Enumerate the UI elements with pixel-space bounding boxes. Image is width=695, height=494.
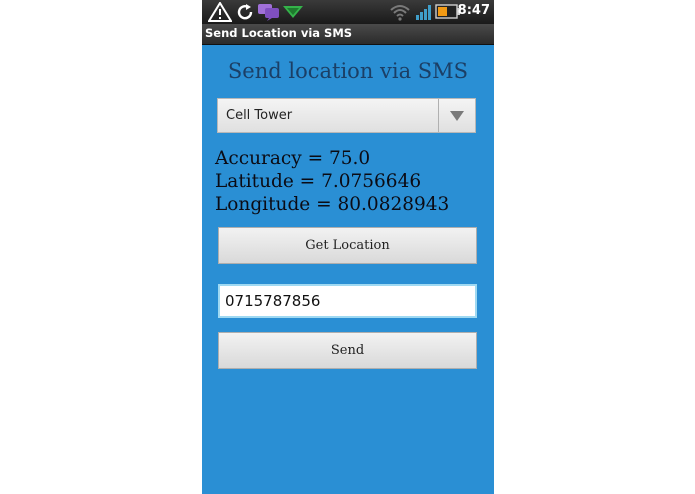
app-title: Send Location via SMS xyxy=(205,26,353,40)
notification-icon xyxy=(283,6,303,18)
accuracy-text: Accuracy = 75.0 xyxy=(215,148,371,169)
title-bar: Send Location via SMS xyxy=(202,24,494,45)
chat-icon xyxy=(258,4,279,21)
latitude-text: Latitude = 7.0756646 xyxy=(215,171,422,192)
signal-icon xyxy=(416,5,431,20)
warning-icon xyxy=(208,2,232,22)
phone-screen: 8:47 Send Location via SMS Send location… xyxy=(202,0,494,494)
page-heading: Send location via SMS xyxy=(227,59,469,83)
chevron-down-icon[interactable] xyxy=(450,111,464,121)
sync-icon xyxy=(237,4,253,20)
clock: 8:47 xyxy=(457,3,490,18)
status-bar: 8:47 xyxy=(202,0,494,24)
phone-number-input[interactable]: 0715787856 xyxy=(218,284,477,318)
wifi-icon xyxy=(390,5,410,21)
provider-selected-value: Cell Tower xyxy=(226,108,293,123)
spinner-divider xyxy=(438,99,439,132)
get-location-button[interactable]: Get Location xyxy=(218,227,477,264)
longitude-text: Longitude = 80.0828943 xyxy=(215,194,450,215)
send-button[interactable]: Send xyxy=(218,332,477,369)
provider-spinner[interactable]: Cell Tower xyxy=(217,98,476,133)
